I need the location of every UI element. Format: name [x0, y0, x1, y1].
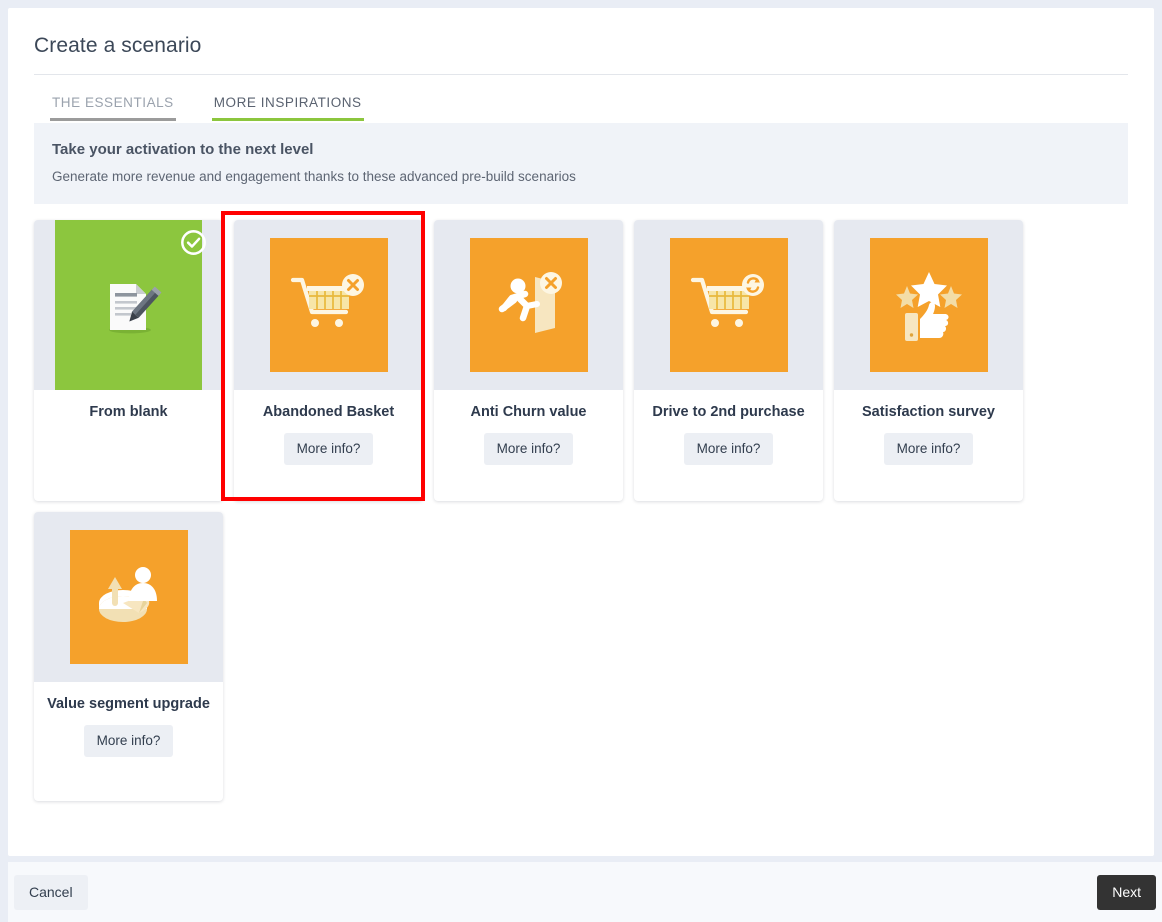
dialog-footer: Cancel Next [8, 862, 1162, 922]
selected-check-icon [181, 230, 206, 255]
promo-banner-subtitle: Generate more revenue and engagement tha… [52, 169, 576, 184]
card-title: From blank [89, 404, 168, 420]
tab-more-inspirations-label: MORE INSPIRATIONS [213, 95, 362, 110]
tab-more-inspirations[interactable]: MORE INSPIRATIONS [211, 91, 364, 121]
scenario-card-satisfaction-survey[interactable]: Satisfaction survey More info? [834, 220, 1023, 501]
card-thumbnail [34, 512, 223, 682]
shopping-cart-x-icon [290, 274, 364, 327]
create-scenario-dialog: Create a scenario THE ESSENTIALS MORE IN… [0, 0, 1162, 922]
card-thumbnail [834, 220, 1023, 390]
tab-bar: THE ESSENTIALS MORE INSPIRATIONS [50, 75, 1128, 121]
thumbnail-tile [269, 238, 388, 372]
card-thumbnail [34, 220, 223, 390]
card-title: Drive to 2nd purchase [652, 404, 805, 420]
promo-banner: Take your activation to the next level G… [34, 123, 1128, 204]
card-thumbnail [434, 220, 623, 390]
pie-chart-person-arrow-icon [98, 567, 157, 622]
running-person-exit-x-icon [498, 272, 562, 333]
scenario-card-anti-churn-value[interactable]: Anti Churn value More info? [434, 220, 623, 501]
scenario-card-drive-to-2nd-purchase[interactable]: Drive to 2nd purchase More info? [634, 220, 823, 501]
thumbnail-tile [669, 238, 788, 372]
scenario-card-value-segment-upgrade[interactable]: Value segment upgrade More info? [34, 512, 223, 801]
more-info-button[interactable]: More info? [683, 433, 774, 466]
more-info-button[interactable]: More info? [483, 433, 574, 466]
thumbnail-tile [469, 238, 588, 372]
page-title: Create a scenario [34, 8, 1128, 75]
card-title: Value segment upgrade [47, 696, 210, 712]
tab-the-essentials[interactable]: THE ESSENTIALS [50, 91, 176, 121]
cancel-button[interactable]: Cancel [14, 874, 88, 910]
dialog-panel: Create a scenario THE ESSENTIALS MORE IN… [8, 8, 1154, 856]
tab-the-essentials-label: THE ESSENTIALS [52, 95, 174, 110]
more-info-button[interactable]: More info? [283, 433, 374, 466]
more-info-button[interactable]: More info? [883, 433, 974, 466]
card-title: Satisfaction survey [862, 404, 995, 420]
more-info-button[interactable]: More info? [83, 725, 174, 758]
promo-banner-title: Take your activation to the next level [52, 141, 314, 158]
card-thumbnail [634, 220, 823, 390]
scenario-card-from-blank[interactable]: From blank [34, 220, 223, 501]
next-button[interactable]: Next [1097, 874, 1156, 910]
document-pencil-icon [108, 284, 161, 334]
shopping-cart-repeat-icon [690, 274, 764, 327]
thumbnail-tile [869, 238, 988, 372]
scenario-card-abandoned-basket[interactable]: Abandoned Basket More info? [234, 220, 423, 501]
thumbs-up-stars-icon [895, 272, 962, 341]
card-title: Anti Churn value [470, 404, 587, 420]
card-thumbnail [234, 220, 423, 390]
thumbnail-tile [69, 530, 188, 664]
scenario-card-grid: From blank Abandoned Basket More info? A… [34, 204, 1128, 801]
card-title: Abandoned Basket [262, 404, 395, 420]
